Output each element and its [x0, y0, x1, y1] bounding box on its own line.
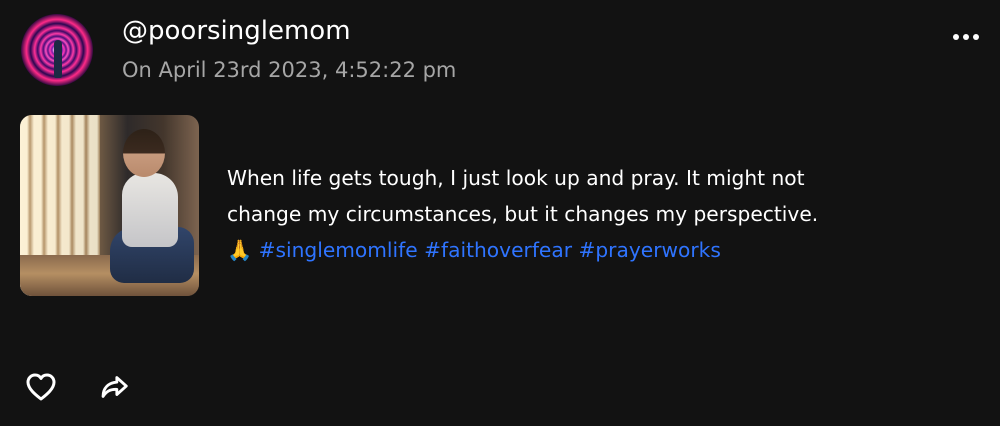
username[interactable]: @poorsinglemom [122, 15, 351, 47]
praying-hands-emoji: 🙏 [227, 238, 253, 262]
more-options-icon-dot [953, 34, 959, 40]
post-text-line-2: change my circumstances, but it changes … [227, 202, 819, 226]
post-actions [24, 371, 131, 403]
post-text-line-1: When life gets tough, I just look up and… [227, 166, 805, 190]
image-person-head [123, 129, 165, 177]
hashtag-prayerworks[interactable]: #prayerworks [578, 238, 720, 262]
share-arrow-icon[interactable] [97, 371, 131, 403]
post-card: @poorsinglemom On April 23rd 2023, 4:52:… [0, 0, 1000, 426]
hashtag-singlemomlife[interactable]: #singlemomlife [259, 238, 418, 262]
avatar-figure [54, 40, 62, 78]
post-timestamp: On April 23rd 2023, 4:52:22 pm [122, 58, 457, 82]
more-options-icon-dot [973, 34, 979, 40]
more-options-icon-dot [963, 34, 969, 40]
image-person-body [122, 173, 178, 247]
post-body-text: When life gets tough, I just look up and… [227, 160, 987, 268]
hashtag-faithoverfear[interactable]: #faithoverfear [424, 238, 572, 262]
post-image[interactable] [20, 115, 199, 296]
avatar[interactable] [21, 14, 93, 86]
post-text-line-3: 🙏 #singlemomlife #faithoverfear #prayerw… [227, 232, 987, 268]
heart-icon[interactable] [24, 371, 58, 403]
more-options-button[interactable] [948, 22, 984, 52]
